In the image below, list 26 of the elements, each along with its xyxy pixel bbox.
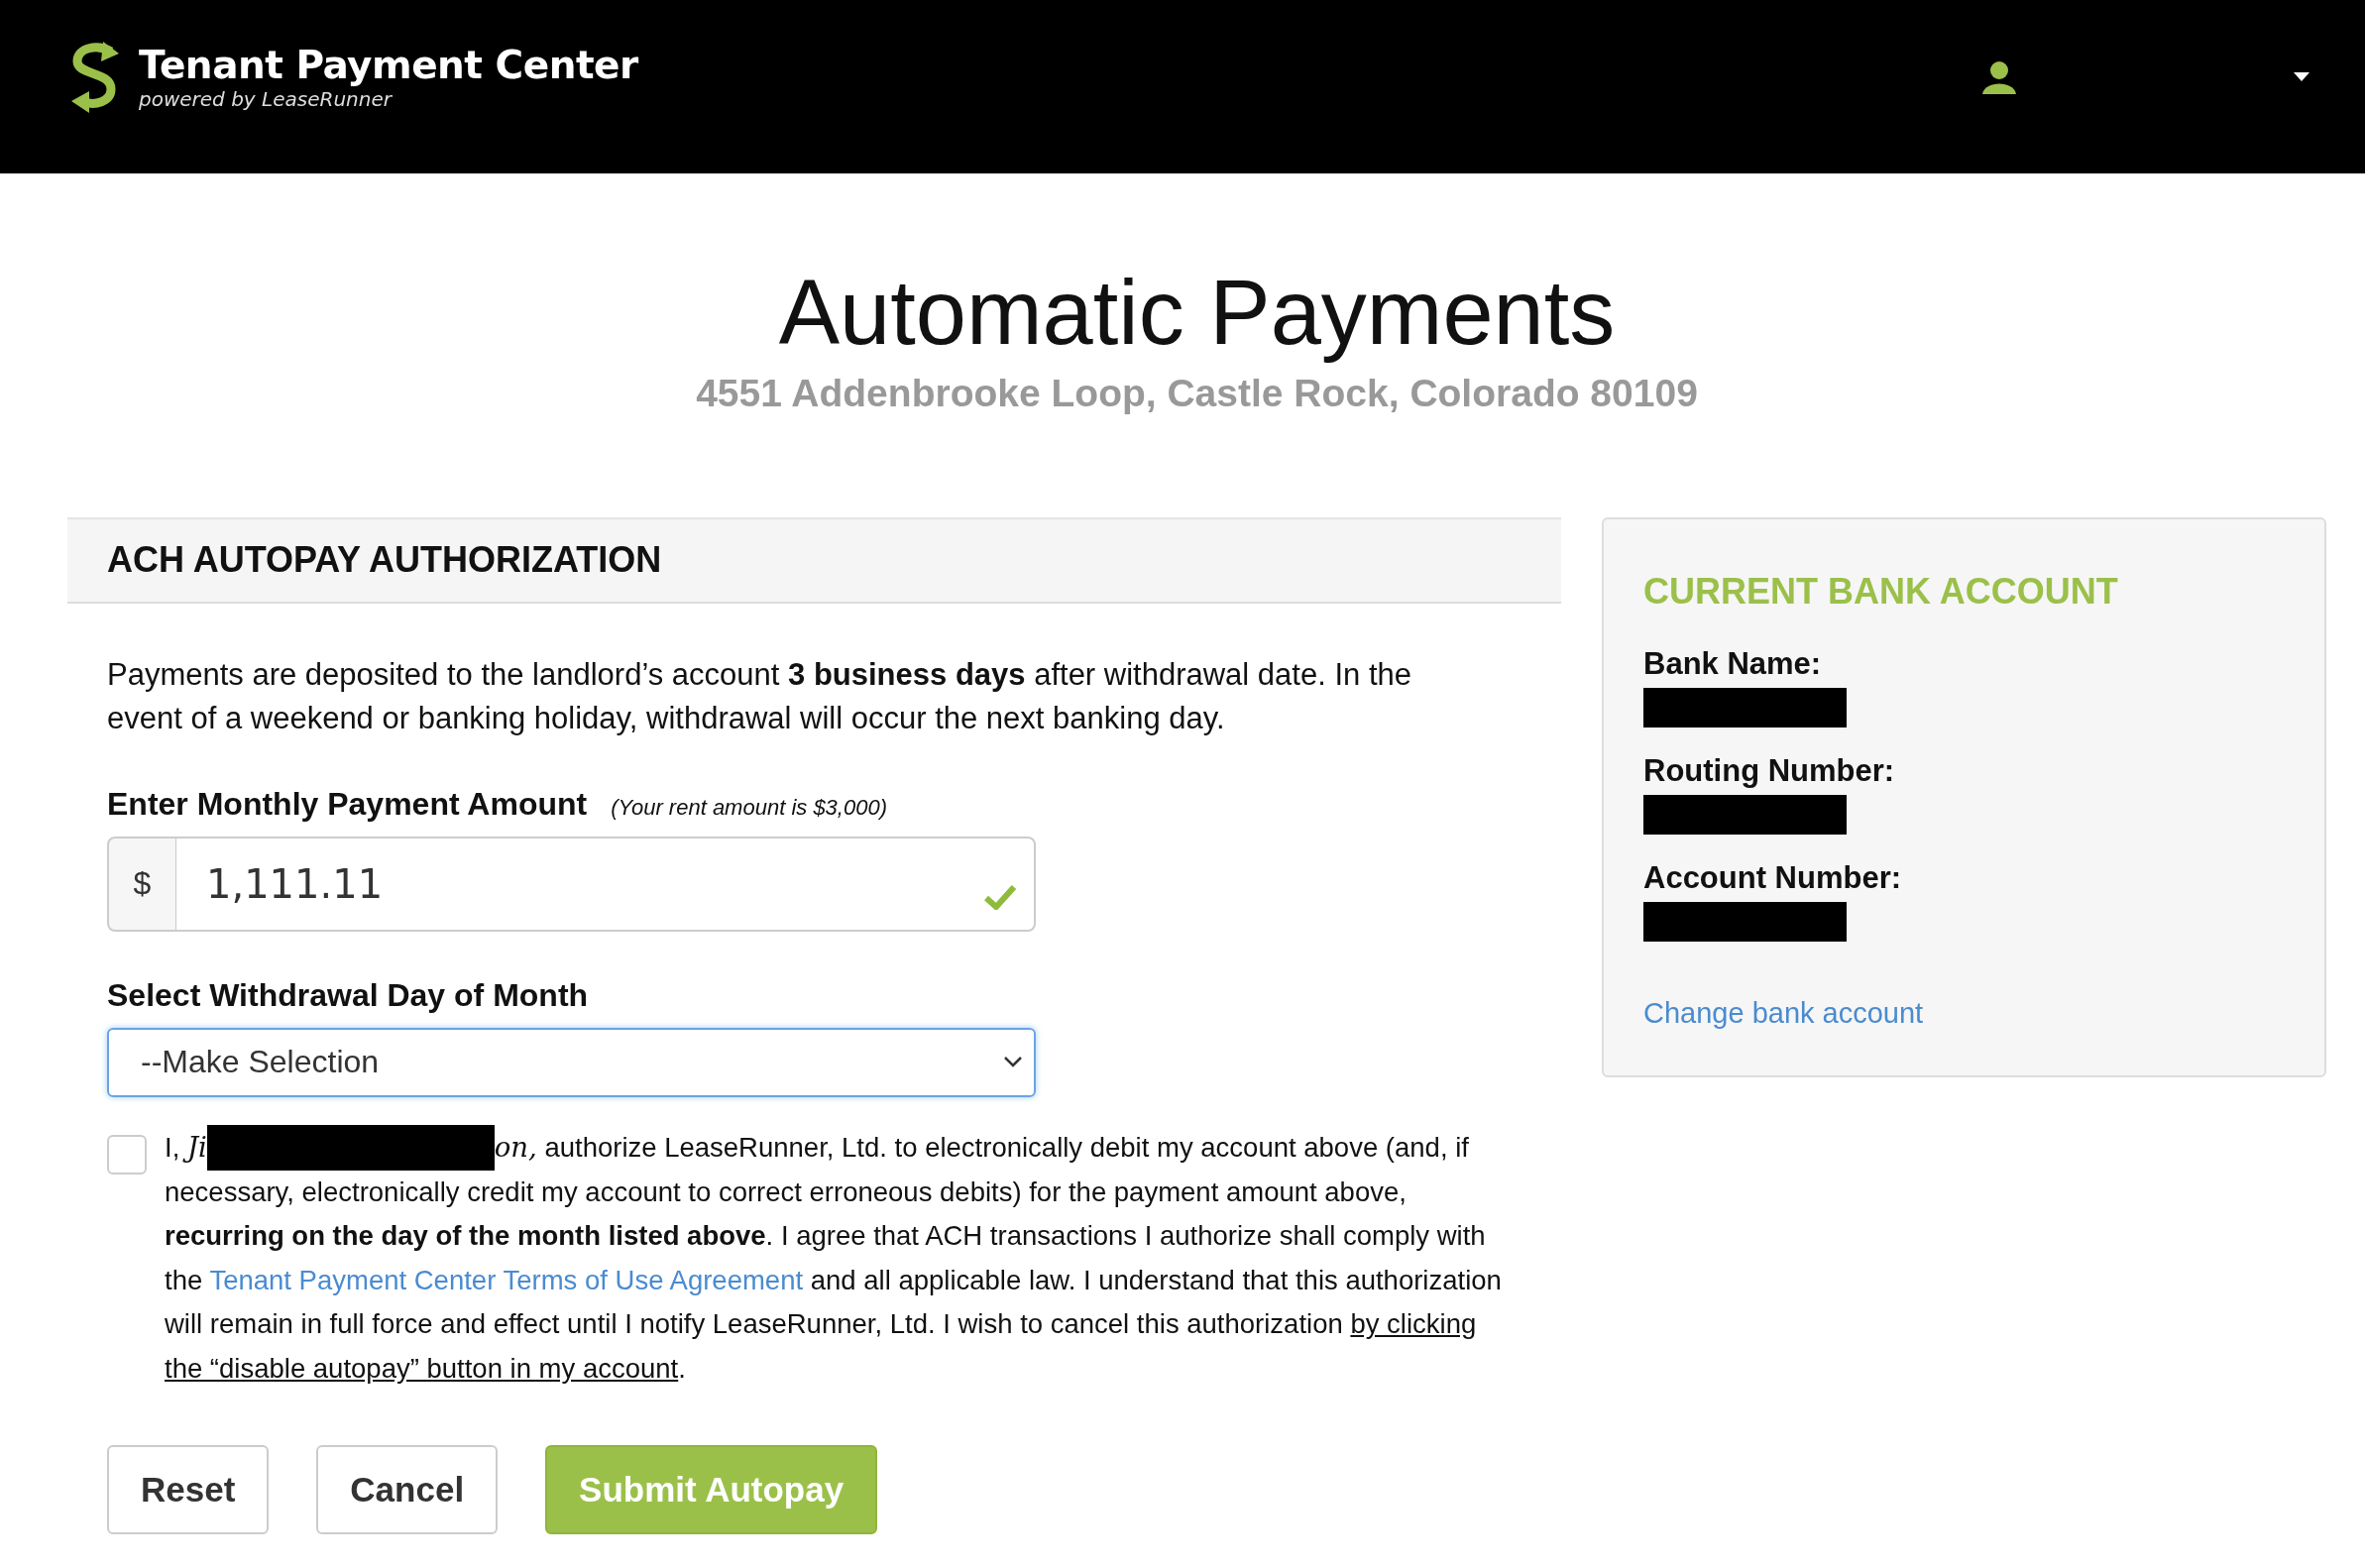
app-title: Tenant Payment Center xyxy=(139,43,638,87)
caret-icon[interactable] xyxy=(2294,72,2309,81)
consent-checkbox[interactable] xyxy=(107,1134,147,1175)
panel-title: CURRENT BANK ACCOUNT xyxy=(1643,570,2119,613)
property-address: 4551 Addenbrooke Loop, Castle Rock, Colorado 80109 xyxy=(695,371,1699,415)
secondary-button[interactable]: Cancel xyxy=(316,1445,499,1535)
day-select[interactable]: --Make Selection xyxy=(107,1027,1036,1097)
page-title: Automatic Payments xyxy=(777,261,1617,365)
field-label: Account Number: xyxy=(1643,859,1903,896)
app-subtitle: powered by LeaseRunner xyxy=(139,87,394,111)
terms-link[interactable]: Tenant Payment Center Terms of Use Agreement xyxy=(209,1264,804,1295)
disable-autopay-link[interactable]: by clicking xyxy=(1350,1308,1477,1340)
section-title: ACH AUTOPAY AUTHORIZATION xyxy=(107,539,662,582)
user-icon[interactable] xyxy=(1982,59,2016,94)
rent-hint: (Your rent amount is $3,000) xyxy=(611,794,887,821)
chevron-icon xyxy=(1004,1057,1022,1068)
consent-text: I, Ji on, authorize LeaseRunner, Ltd. to electronically debit my account above (and, if necessary, electronically credit my account to correct erroneous debits) for the payment amount above, recurring on the day of the month listed above. I agree that ACH transactions I authorize shall comply with the Tenant Payment Center Terms of Use Agreement and all applicable law. I understand that this authorization will remain in full force and effect until I notify LeaseRunner, Ltd. I wish to cancel this authorization by clicking the “disable autopay” button in my account. xyxy=(165,1124,1521,1392)
field-label: Routing Number: xyxy=(1643,752,1896,789)
field-label: Enter Monthly Payment Amount xyxy=(107,785,588,823)
field-label: Select Withdrawal Day of Month xyxy=(107,976,589,1014)
intro-text: Payments are deposited to the landlord’s account 3 business days after withdrawal date. In the event of a weekend or banking holiday, withdrawal will occur the next banking day. xyxy=(107,655,1412,737)
field-label: Bank Name: xyxy=(1643,645,1823,682)
secondary-button[interactable]: Reset xyxy=(107,1445,270,1535)
disable-autopay-link[interactable]: the “disable autopay” button in my account xyxy=(165,1352,679,1384)
currency-addon: $ xyxy=(107,836,176,932)
amount-input[interactable]: 1,111.11 xyxy=(176,836,1036,932)
